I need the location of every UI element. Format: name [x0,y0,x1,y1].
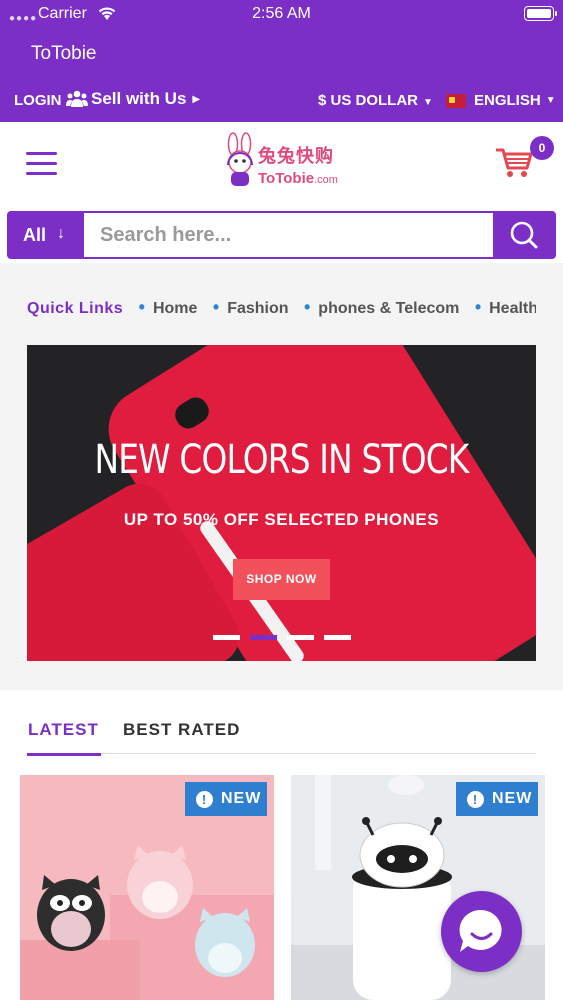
app-title: ToTobie [31,43,97,64]
quick-link-phones[interactable]: phones & Telecom [318,300,459,317]
banner-subtitle: UP TO 50% OFF SELECTED PHONES [123,510,440,529]
utility-bar: LOGIN Sell with Us ▶ $ US DOLLAR ▼ ENGLIS… [0,86,563,116]
carousel-dot[interactable] [287,635,314,640]
quick-link-fashion[interactable]: Fashion [227,300,288,317]
battery-icon [524,6,557,21]
search-button[interactable] [493,213,554,257]
flag-icon [446,93,466,108]
chat-bubble-icon [459,909,502,952]
chat-button[interactable] [441,891,522,972]
tab-best-rated[interactable]: BEST RATED [123,720,240,740]
new-badge-label: NEW [221,790,262,807]
logo[interactable]: 兔兔快购 ToTobie.com [220,130,345,192]
product-tabs: LATEST BEST RATED [27,718,536,756]
search-input[interactable] [87,213,492,257]
sell-with-us-link[interactable]: Sell with Us ▶ [66,89,200,109]
alert-icon: ! [196,790,213,808]
carousel-dots [213,635,361,640]
status-bar: ●●●● Carrier 2:56 AM [0,0,563,28]
quick-links: Quick Links • Home • Fashion • phones & Tel… [27,297,536,319]
currency-selector[interactable]: $ US DOLLAR ▼ [318,92,433,109]
search-icon [510,221,538,249]
shop-now-button[interactable]: SHOP NOW [233,559,330,600]
category-label: All [23,225,47,245]
new-badge: ! NEW [456,782,538,816]
logo-chinese-text: 兔兔快购 [258,146,334,167]
carousel-dot[interactable] [250,635,277,640]
sell-with-us-label: Sell with Us [91,89,187,108]
carousel-dot[interactable] [213,635,240,640]
currency-label: $ US DOLLAR [318,92,419,109]
promo-banner[interactable]: NEW COLORS IN STOCK UP TO 50% OFF SELECT… [27,345,536,661]
chevron-down-icon: ▼ [423,97,433,108]
alert-icon: ! [467,790,484,808]
logo-text: ToTobie.com [258,170,338,187]
quick-link-health[interactable]: Health & Beauty [489,300,536,317]
carousel-dot[interactable] [324,635,351,640]
app-top-bar: ●●●● Carrier 2:56 AM ToTobie LOGIN Sell … [0,0,563,122]
cart-icon[interactable] [494,144,534,180]
tab-latest[interactable]: LATEST [27,720,101,756]
category-selector[interactable]: All ↓ [9,213,84,257]
search-bar: All ↓ [7,211,556,259]
language-selector[interactable]: ENGLISH ▼ [446,92,556,109]
arrow-down-icon: ↓ [57,225,65,242]
header: 兔兔快购 ToTobie.com 0 [0,122,563,210]
language-label: ENGLISH [474,92,541,109]
menu-icon[interactable] [26,152,57,176]
chevron-right-icon: ▶ [192,93,201,105]
bunny-mascot-icon [227,132,253,186]
product-card[interactable]: ! NEW [20,775,274,1000]
clock: 2:56 AM [252,5,311,22]
login-link[interactable]: LOGIN [14,92,62,109]
quick-links-title: Quick Links [27,300,124,317]
chevron-down-icon: ▼ [545,95,556,106]
cart-count-badge: 0 [530,136,554,160]
quick-link-home[interactable]: Home [153,300,197,317]
people-icon [66,90,88,108]
new-badge-label: NEW [492,790,533,807]
new-badge: ! NEW [185,782,267,816]
banner-title: NEW COLORS IN STOCK [94,437,470,483]
